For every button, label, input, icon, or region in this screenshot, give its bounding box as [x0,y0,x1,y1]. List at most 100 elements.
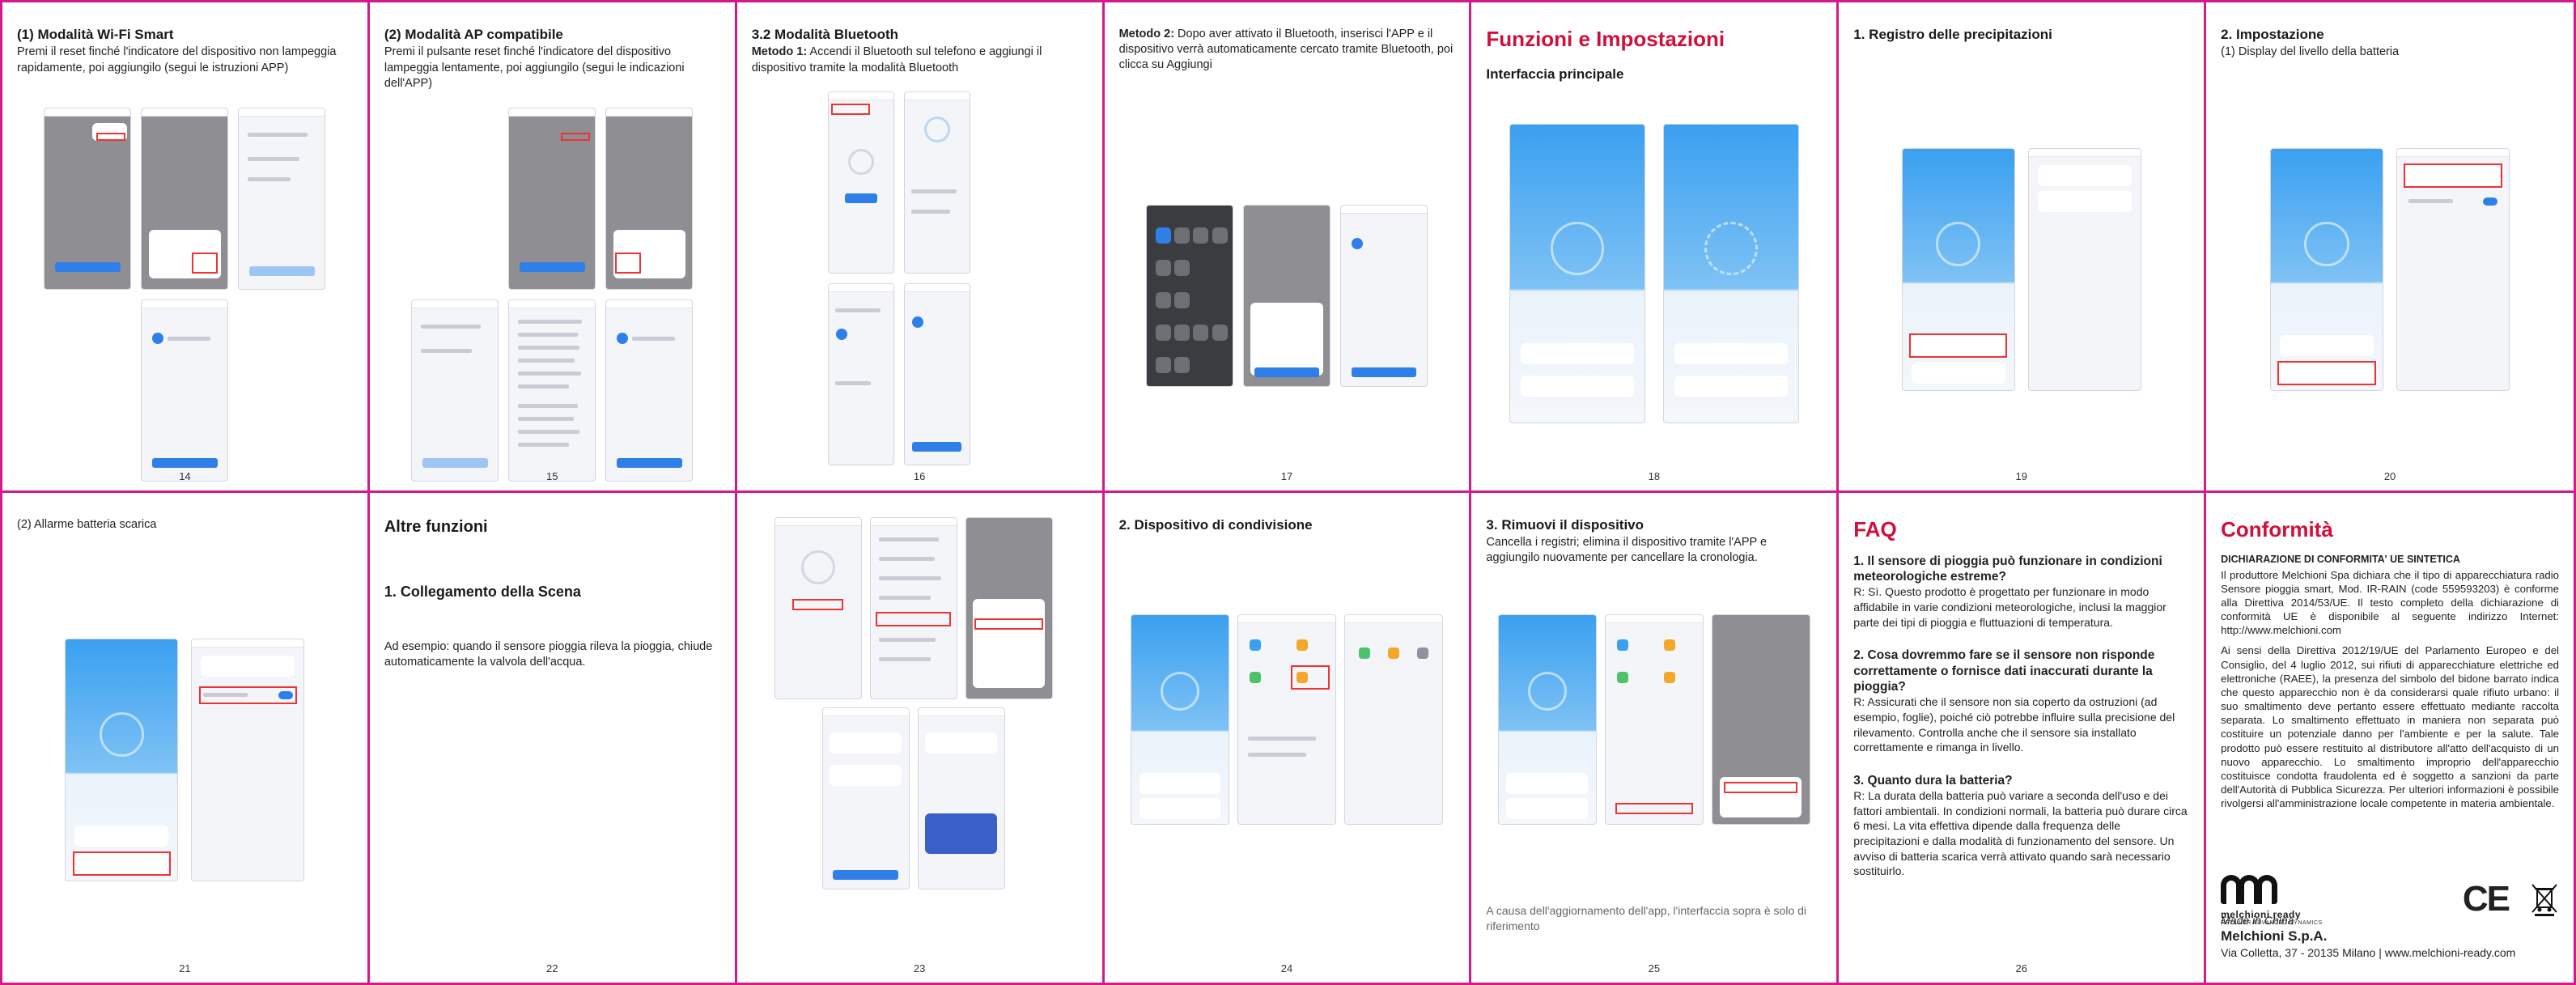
screenshot-control-center [1145,205,1233,387]
panel-body: Cancella i registri; elimina il disposit… [1486,535,1768,565]
screenshot-add-device [605,299,694,482]
company-address: Via Colletta, 37 - 20135 Milano | www.me… [2221,945,2516,959]
crossed-bin-icon [2531,883,2557,916]
page-number: 18 [1648,469,1661,482]
panel-title: 2. Dispositivo di condivisione [1118,516,1313,533]
page-number: 25 [1648,962,1661,974]
screenshot-remove-confirm [1711,614,1810,825]
panel-page-25: 3. Rimuovi il dispositivo Cancella i reg… [1471,492,1840,983]
faq-answer-3: R: La durata della batteria può variare … [1853,789,2188,878]
screenshot-discovery-popup [1242,205,1330,387]
screenshot-device-menu [1604,614,1704,825]
reference-note: A causa dell'aggiornamento dell'app, l'i… [1486,904,1807,933]
panel-title: 2. Impostazione [2221,27,2324,42]
screenshot-main-no-rain [1509,124,1645,423]
screenshot-create-scene [869,516,957,699]
panel-title: 3. Rimuovi il dispositivo [1486,516,1644,533]
panel-page-17: Metodo 2: Dopo aver attivato il Bluetoot… [1104,2,1472,493]
page-number: 26 [2015,962,2027,974]
screenshot-add-device [141,299,229,482]
screenshot-main-screen [2270,148,2384,391]
faq-title: FAQ [1853,516,1897,541]
screenshot-reset-device [44,108,132,290]
method-label: Metodo 1: [751,45,808,59]
screenshot-group [2,108,367,482]
page-number: 21 [179,962,191,974]
page-number: 19 [2015,469,2027,482]
screenshot-wifi-password [238,108,326,290]
panel-conformity: Conformità DICHIARAZIONE DI CONFORMITA' … [2206,493,2574,983]
screenshot-device-menu [1237,614,1336,825]
screenshot-main-screen [65,638,179,881]
panel-page-14: (1) Modalità Wi-Fi Smart Premi il reset … [2,2,370,493]
screenshot-bluetooth-found [827,283,894,465]
panel-page-24: 2. Dispositivo di condivisione 24 [1105,492,1472,983]
screenshot-group [818,91,980,465]
screenshot-group [1471,614,1836,825]
page-number: 24 [1280,962,1293,974]
screenshot-slow-blink [605,108,694,290]
screenshot-history [2027,148,2141,391]
weee-body: Ai sensi della Direttiva 2012/19/UE del … [2221,644,2559,810]
manufacturer-info: Made in China Melchioni S.p.A. Via Colle… [2221,913,2515,960]
screenshot-automation-empty [774,516,862,699]
screenshot-group [1471,124,1836,423]
made-in: Made in China [2221,913,2294,927]
screenshot-wifi-list [508,299,596,482]
panel-title: (1) Modalità Wi-Fi Smart [17,27,174,42]
panel-page-19: 1. Registro delle precipitazioni 19 [1839,2,2207,493]
declaration-title: DICHIARAZIONE DI CONFORMITA' UE SINTETIC… [2221,553,2460,565]
panel-title: Funzioni e Impostazioni [1486,27,1725,51]
screenshot-scanning [903,91,970,274]
company-name: Melchioni S.p.A. [2221,928,2328,944]
panel-title: (2) Modalità AP compatibile [384,27,563,42]
faq-question-3: 3. Quanto dura la batteria? [1853,773,2013,788]
page-number: 23 [913,962,926,974]
screenshot-add-sharing [1343,614,1443,825]
page-number: 14 [179,469,191,482]
logo-mark-icon [2221,872,2310,907]
panel-body: Premi il pulsante reset finché l'indicat… [384,45,685,90]
screenshot-main-screen [1497,614,1597,825]
panel-page-20: 2. Impostazione (1) Display del livello … [2206,2,2574,493]
screenshot-group [2206,148,2574,391]
panel-body: Metodo 2: Dopo aver attivato il Bluetoot… [1119,27,1455,73]
screenshot-group [1105,614,1470,825]
screenshot-low-battery-toggle [191,638,305,881]
page-number: 20 [2383,469,2396,482]
panel-title: Altre funzioni [384,517,488,536]
screenshot-automation-list [917,707,1005,889]
panel-page-22: Altre funzioni 1. Collegamento della Sce… [370,492,737,983]
manual-sheet: (1) Modalità Wi-Fi Smart Premi il reset … [0,0,2576,985]
screenshot-main-screen [1130,614,1229,825]
panel-body: (1) Display del livello della batteria [2221,45,2400,59]
screenshot-main-light-rain [1662,124,1799,423]
screenshot-reset-device [508,108,596,290]
panel-subtitle: 1. Collegamento della Scena [384,583,581,600]
panel-body: (2) Allarme batteria scarica [17,517,157,531]
panel-title: 3.2 Modalità Bluetooth [751,27,899,42]
panel-body: Ad esempio: quando il sensore pioggia ri… [384,640,713,669]
screenshot-group [370,108,735,482]
screenshot-group [2,638,367,881]
faq-answer-1: R: Sì. Questo prodotto è progettato per … [1853,585,2166,629]
faq-question-2: 2. Cosa dovremmo fare se il sensore non … [1853,648,2155,694]
screenshot-select-device [965,516,1053,699]
panel-page-23: 23 [737,492,1105,983]
panel-body: Metodo 1: Accendi il Bluetooth sul telef… [752,45,1088,75]
faq-question-1: 1. Il sensore di pioggia può funzionare … [1853,554,2162,584]
faq-answer-2: R: Assicurati che il sensore non sia cop… [1853,695,2175,754]
panel-page-26: FAQ 1. Il sensore di pioggia può funzion… [1839,492,2207,983]
screenshot-add-bluetooth [903,283,970,465]
panel-page-21: (2) Allarme batteria scarica 21 [2,492,370,983]
panel-subtitle: Interfaccia principale [1486,66,1624,83]
method-label: Metodo 2: [1118,28,1175,40]
panel-page-16: 3.2 Modalità Bluetooth Metodo 1: Accendi… [736,2,1105,493]
page-number: 22 [546,962,558,974]
page-number: 15 [546,469,558,482]
panel-title: 1. Registro delle precipitazioni [1853,27,2052,42]
declaration-body: Il produttore Melchioni Spa dichiara che… [2221,568,2559,637]
panel-page-18: Funzioni e Impostazioni Interfaccia prin… [1471,2,1840,493]
screenshot-settings [2396,148,2510,391]
screenshot-device-added [1339,205,1428,387]
